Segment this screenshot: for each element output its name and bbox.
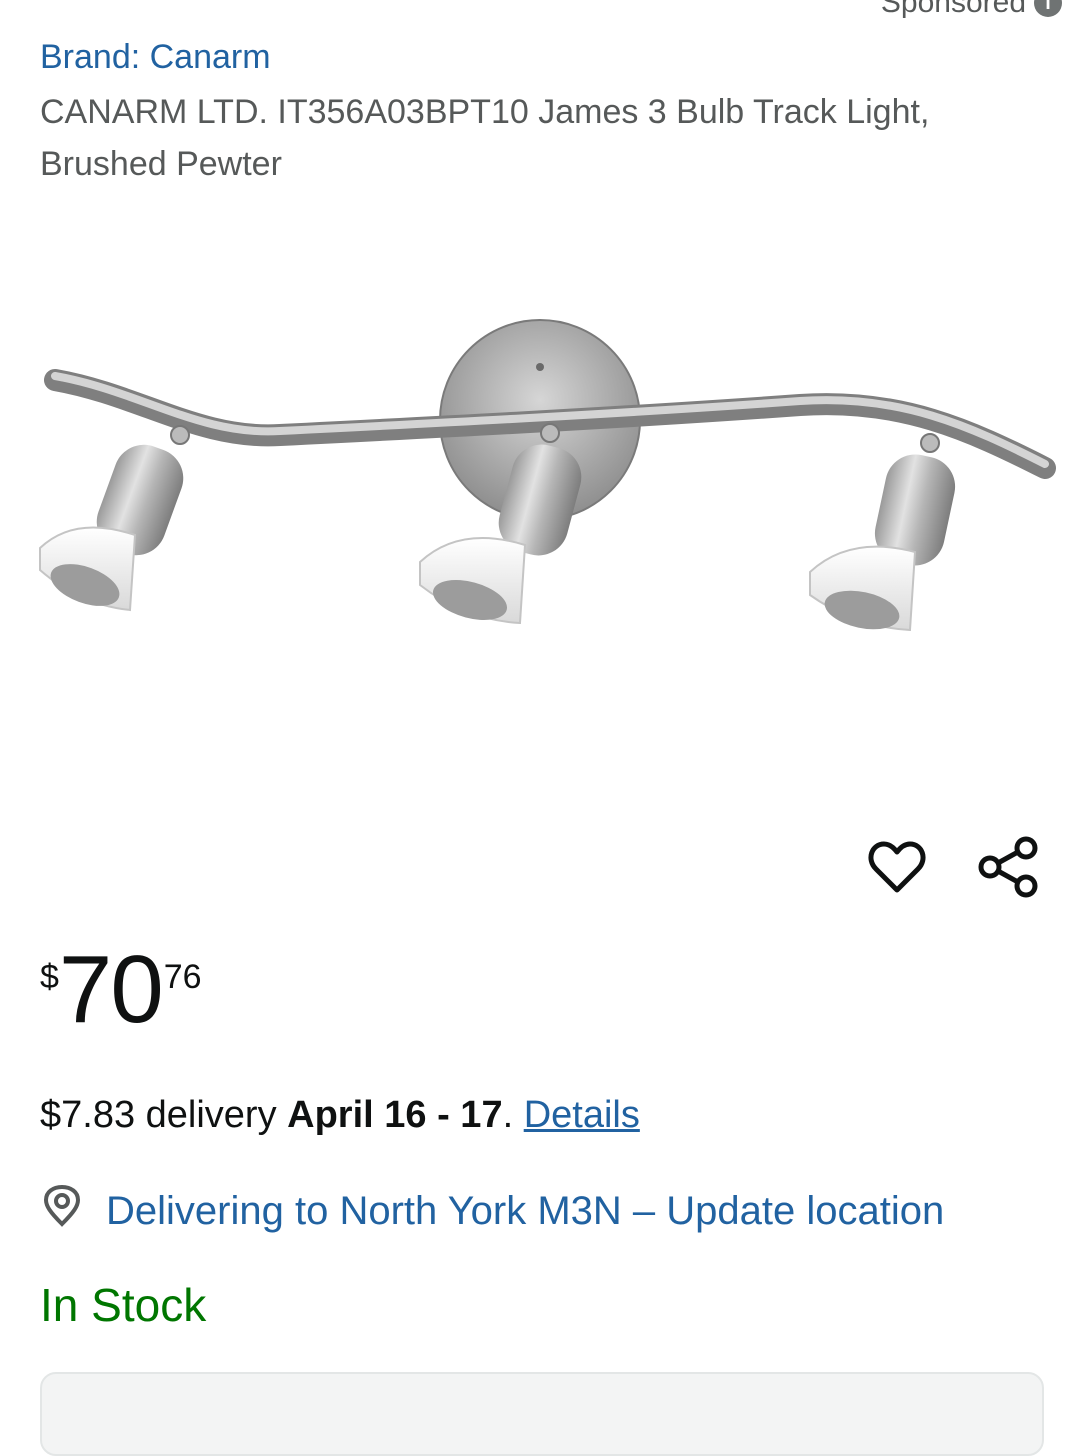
bottom-card[interactable] — [40, 1372, 1044, 1456]
heart-icon[interactable] — [868, 840, 926, 899]
brand-link[interactable]: Brand: Canarm — [40, 38, 271, 77]
sponsored-text: Sponsored — [880, 0, 1026, 19]
sponsored-label[interactable]: Sponsored i — [881, 0, 1062, 20]
delivery-info: $7.83 delivery April 16 - 17. Details — [40, 1094, 640, 1137]
delivery-separator: . — [502, 1094, 524, 1136]
info-icon[interactable]: i — [1034, 0, 1062, 17]
location-pin-icon — [40, 1184, 84, 1238]
price-whole: 70 — [58, 936, 164, 1043]
delivery-dates: April 16 - 17 — [287, 1094, 503, 1136]
delivery-cost: $7.83 delivery — [40, 1094, 288, 1136]
stock-status: In Stock — [40, 1279, 207, 1331]
price: $ 70 76 — [40, 940, 202, 1040]
share-icon[interactable] — [978, 836, 1040, 903]
delivery-location[interactable]: Delivering to North York M3N – Update lo… — [40, 1184, 944, 1238]
price-fraction: 76 — [163, 958, 202, 996]
product-image[interactable] — [20, 300, 1060, 660]
location-text[interactable]: Delivering to North York M3N – Update lo… — [106, 1189, 944, 1234]
price-symbol: $ — [40, 958, 59, 996]
product-title: CANARM LTD. IT356A03BPT10 James 3 Bulb T… — [40, 93, 930, 183]
details-link[interactable]: Details — [524, 1094, 640, 1136]
action-icons — [868, 836, 1040, 903]
track-light-image — [39, 319, 1056, 632]
